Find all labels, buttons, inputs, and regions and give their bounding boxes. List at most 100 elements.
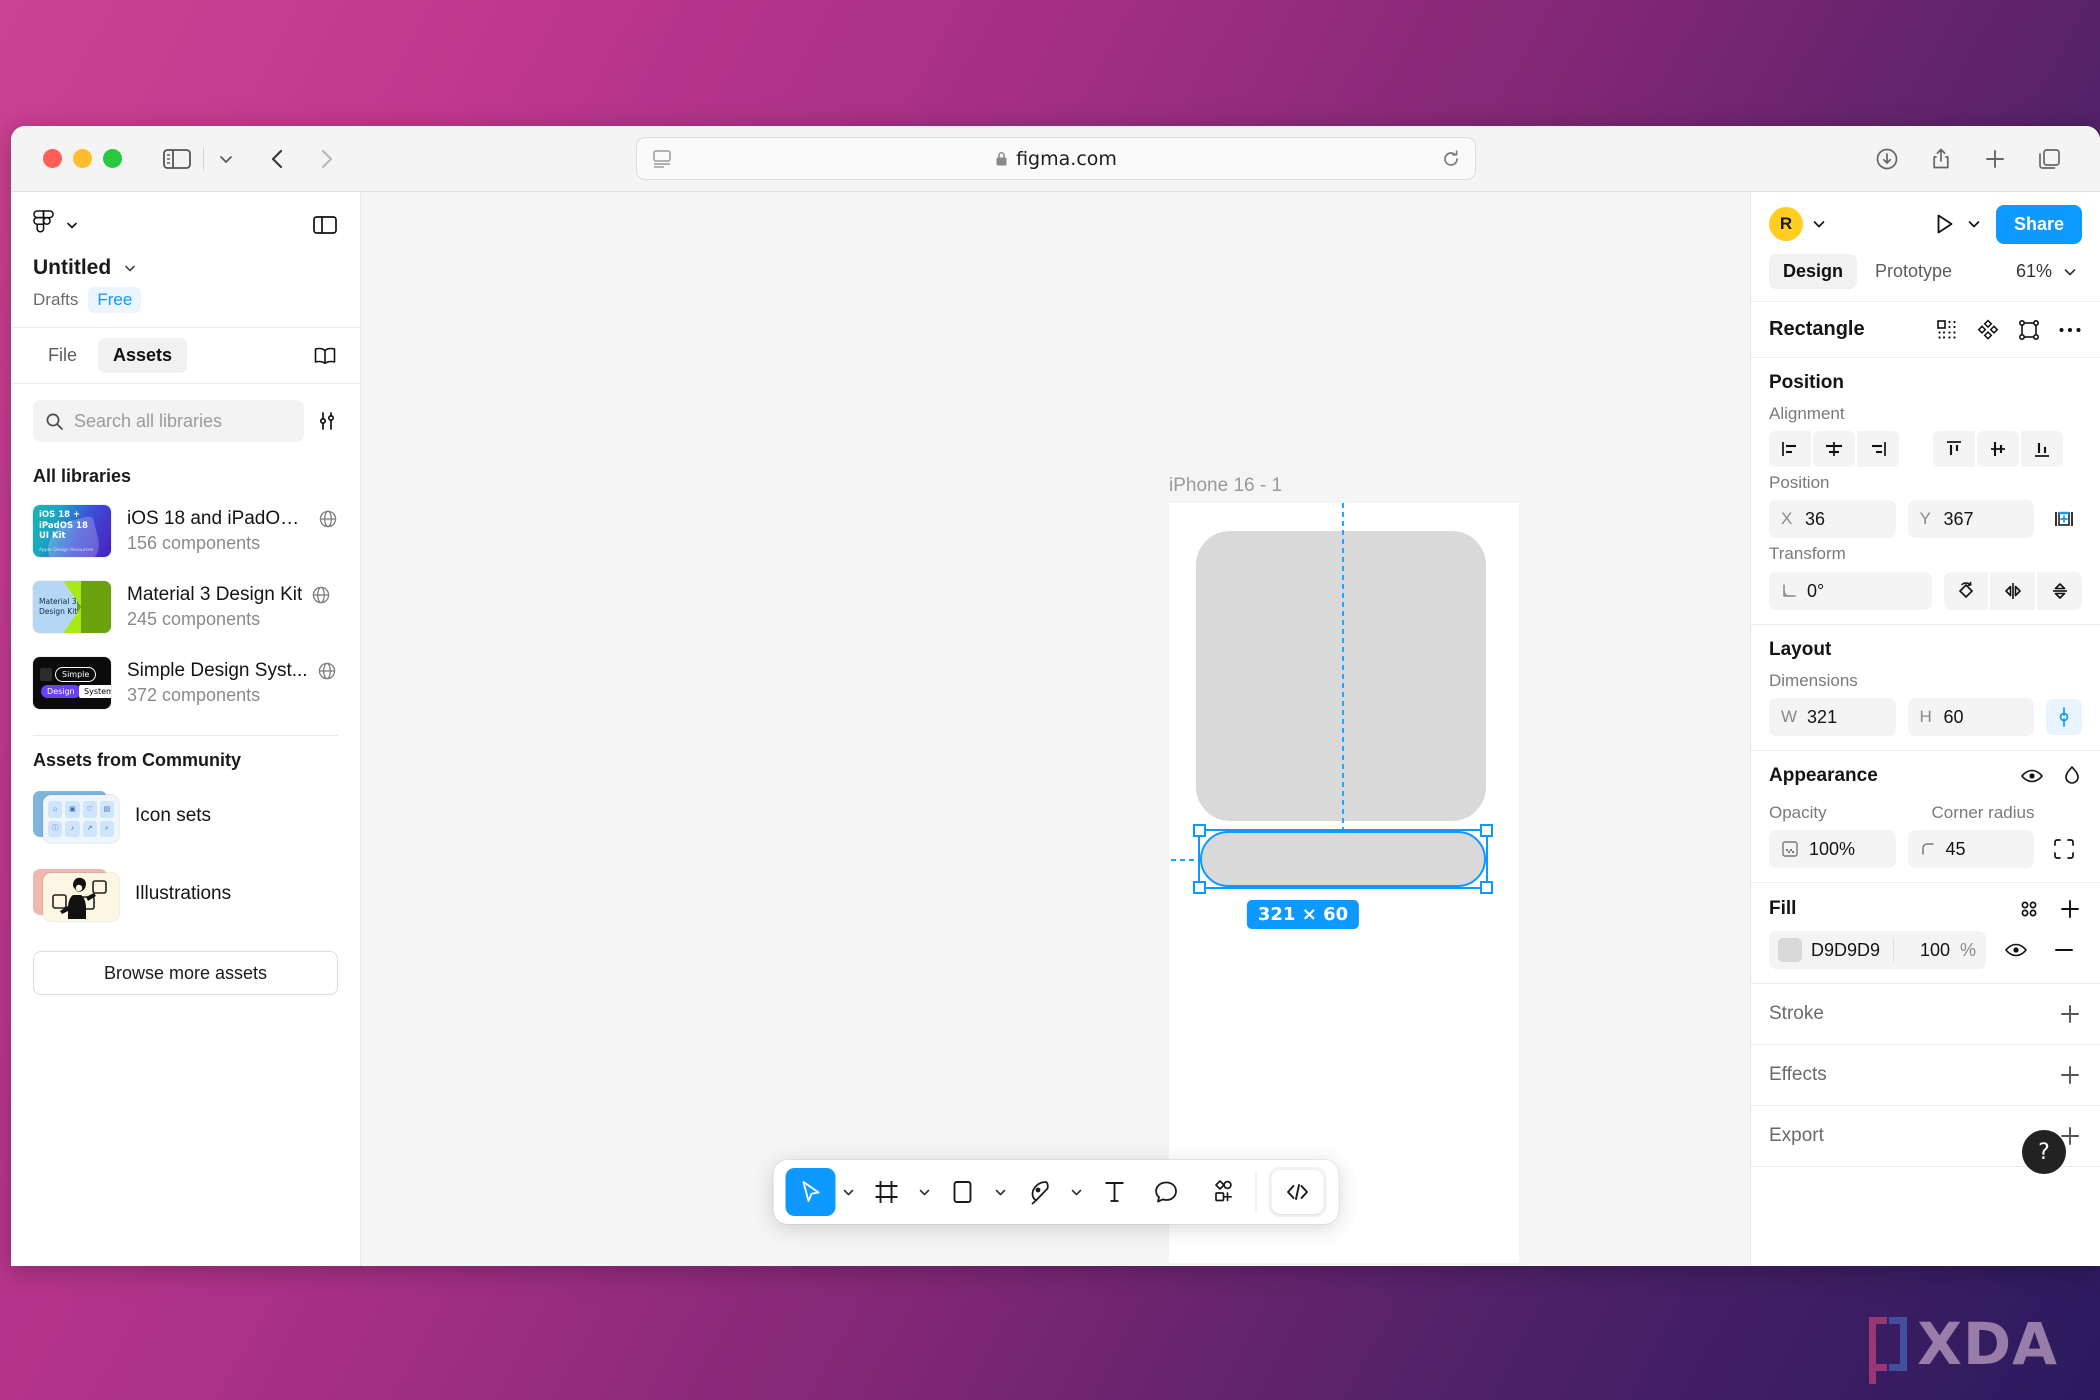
style-dots-icon[interactable]: [2018, 898, 2040, 920]
forward-arrow-icon[interactable]: [307, 143, 347, 175]
tab-file[interactable]: File: [33, 338, 92, 373]
link-ratio-icon[interactable]: [2046, 699, 2082, 735]
file-menu-chevron-down-icon[interactable]: [123, 261, 137, 275]
downloads-icon[interactable]: [1874, 146, 1900, 172]
flip-horizontal-icon[interactable]: [1990, 572, 2036, 610]
comment-tool-button[interactable]: [1141, 1168, 1191, 1216]
plan-badge[interactable]: Free: [88, 287, 142, 313]
tab-overview-icon[interactable]: [2036, 146, 2064, 172]
back-arrow-icon[interactable]: [257, 143, 297, 175]
add-stroke-plus-icon[interactable]: [2058, 1002, 2082, 1026]
move-tool-button[interactable]: [785, 1168, 835, 1216]
zoom-control[interactable]: 61%: [2016, 261, 2082, 282]
frame-tool-chevron-down-icon[interactable]: [913, 1168, 935, 1216]
dev-mode-toggle[interactable]: [1268, 1167, 1326, 1217]
close-window-button[interactable]: [43, 149, 62, 168]
frame-label[interactable]: iPhone 16 - 1: [1169, 475, 1282, 497]
panel-toggle-icon[interactable]: [312, 214, 338, 236]
resize-handle-bottom-right[interactable]: [1480, 881, 1493, 894]
rotation-field[interactable]: 0°: [1769, 572, 1932, 610]
shape-tool-chevron-down-icon[interactable]: [989, 1168, 1011, 1216]
corner-radius-field[interactable]: 45: [1907, 830, 2034, 868]
resize-handle-top-left[interactable]: [1193, 824, 1206, 837]
more-options-icon[interactable]: [2058, 326, 2082, 334]
filter-sliders-icon[interactable]: [316, 410, 338, 432]
search-input[interactable]: [74, 410, 292, 432]
zoom-chevron-down-icon[interactable]: [2062, 264, 2078, 280]
opacity-field[interactable]: 100%: [1769, 830, 1896, 868]
height-field[interactable]: H 60: [1907, 698, 2034, 736]
figma-menu-chevron-down-icon[interactable]: [65, 218, 79, 232]
add-fill-plus-icon[interactable]: [2058, 897, 2082, 921]
align-vertical-center-icon[interactable]: [1977, 431, 2019, 467]
add-effect-plus-icon[interactable]: [2058, 1063, 2082, 1087]
y-position-field[interactable]: Y 367: [1907, 500, 2034, 538]
fill-color-chip[interactable]: D9D9D9 100 %: [1769, 931, 1986, 969]
figma-menu-button[interactable]: [33, 210, 79, 240]
resize-handle-bottom-left[interactable]: [1193, 881, 1206, 894]
tab-design[interactable]: Design: [1769, 254, 1858, 289]
file-folder-label[interactable]: Drafts: [33, 290, 78, 310]
eye-icon[interactable]: [2020, 767, 2044, 785]
file-name-row[interactable]: Untitled: [33, 256, 338, 280]
pen-tool-button[interactable]: [1013, 1168, 1063, 1216]
effects-section[interactable]: Effects: [1751, 1045, 2100, 1106]
address-bar[interactable]: figma.com: [635, 137, 1476, 180]
align-horizontal-center-icon[interactable]: [1813, 431, 1855, 467]
share-button[interactable]: Share: [1995, 204, 2082, 244]
independent-corners-icon[interactable]: [2046, 831, 2082, 867]
community-item-illustrations[interactable]: Illustrations: [33, 855, 338, 933]
boolean-icon[interactable]: [2018, 319, 2040, 341]
reload-icon[interactable]: [1441, 149, 1461, 169]
flip-vertical-icon[interactable]: [2037, 572, 2082, 610]
new-tab-plus-icon[interactable]: [1982, 146, 2008, 172]
tab-assets[interactable]: Assets: [98, 338, 188, 373]
resize-handle-top-right[interactable]: [1480, 824, 1493, 837]
design-canvas[interactable]: iPhone 16 - 1 321 × 60: [361, 192, 1750, 1266]
browse-more-assets-button[interactable]: Browse more assets: [33, 951, 338, 995]
variants-icon[interactable]: [1976, 318, 2000, 341]
library-item-ios[interactable]: iOS 18 + iPadOS 18 UI Kit Apple Design R…: [33, 493, 338, 569]
sidebar-options-chevron-down-icon[interactable]: [211, 146, 241, 172]
community-item-icon-sets[interactable]: ⌂ ▣ ♡ ▤ ⓘ ♪ ↗ ⌕ Icon sets: [33, 777, 338, 855]
avatar[interactable]: R: [1769, 207, 1803, 241]
tab-prototype[interactable]: Prototype: [1861, 254, 1966, 289]
remove-fill-minus-icon[interactable]: [2046, 932, 2082, 968]
code-brackets-icon[interactable]: [1271, 1170, 1323, 1214]
move-tool-chevron-down-icon[interactable]: [837, 1168, 859, 1216]
blend-mode-icon[interactable]: [2062, 765, 2082, 787]
minimize-window-button[interactable]: [73, 149, 92, 168]
canvas-shape-large-rectangle[interactable]: [1196, 531, 1486, 821]
stroke-section[interactable]: Stroke: [1751, 984, 2100, 1045]
fill-color-swatch[interactable]: [1779, 939, 1801, 961]
x-position-field[interactable]: X 36: [1769, 500, 1896, 538]
share-icon[interactable]: [1928, 146, 1954, 172]
play-icon[interactable]: [1932, 212, 1956, 236]
align-right-icon[interactable]: [1857, 431, 1899, 467]
align-bottom-icon[interactable]: [2021, 431, 2063, 467]
component-dots-icon[interactable]: [1936, 319, 1958, 341]
present-chevron-down-icon[interactable]: [1966, 216, 1982, 232]
window-controls[interactable]: [43, 149, 122, 168]
pen-tool-chevron-down-icon[interactable]: [1065, 1168, 1087, 1216]
rotate-icon[interactable]: [1943, 572, 1989, 610]
maximize-window-button[interactable]: [103, 149, 122, 168]
effects-title: Effects: [1769, 1064, 1827, 1085]
library-item-material[interactable]: Material 3 Design Kit Material 3 Design …: [33, 569, 338, 645]
search-box[interactable]: [33, 400, 304, 442]
sidebar-toggle-icon[interactable]: [162, 147, 192, 171]
actions-tool-button[interactable]: [1193, 1168, 1243, 1216]
frame-tool-button[interactable]: [861, 1168, 911, 1216]
fill-visibility-eye-icon[interactable]: [1998, 932, 2034, 968]
width-field[interactable]: W 321: [1769, 698, 1896, 736]
layout-section-title: Layout: [1769, 639, 1832, 660]
absolute-position-icon[interactable]: [2046, 501, 2082, 537]
shape-tool-button[interactable]: [937, 1168, 987, 1216]
book-icon[interactable]: [312, 345, 338, 367]
help-button[interactable]: ?: [2022, 1130, 2066, 1174]
library-item-simple[interactable]: Simple Design System Simple Design Syst.…: [33, 645, 338, 721]
text-tool-button[interactable]: [1089, 1168, 1139, 1216]
avatar-chevron-down-icon[interactable]: [1811, 216, 1827, 232]
align-left-icon[interactable]: [1769, 431, 1811, 467]
align-top-icon[interactable]: [1933, 431, 1975, 467]
